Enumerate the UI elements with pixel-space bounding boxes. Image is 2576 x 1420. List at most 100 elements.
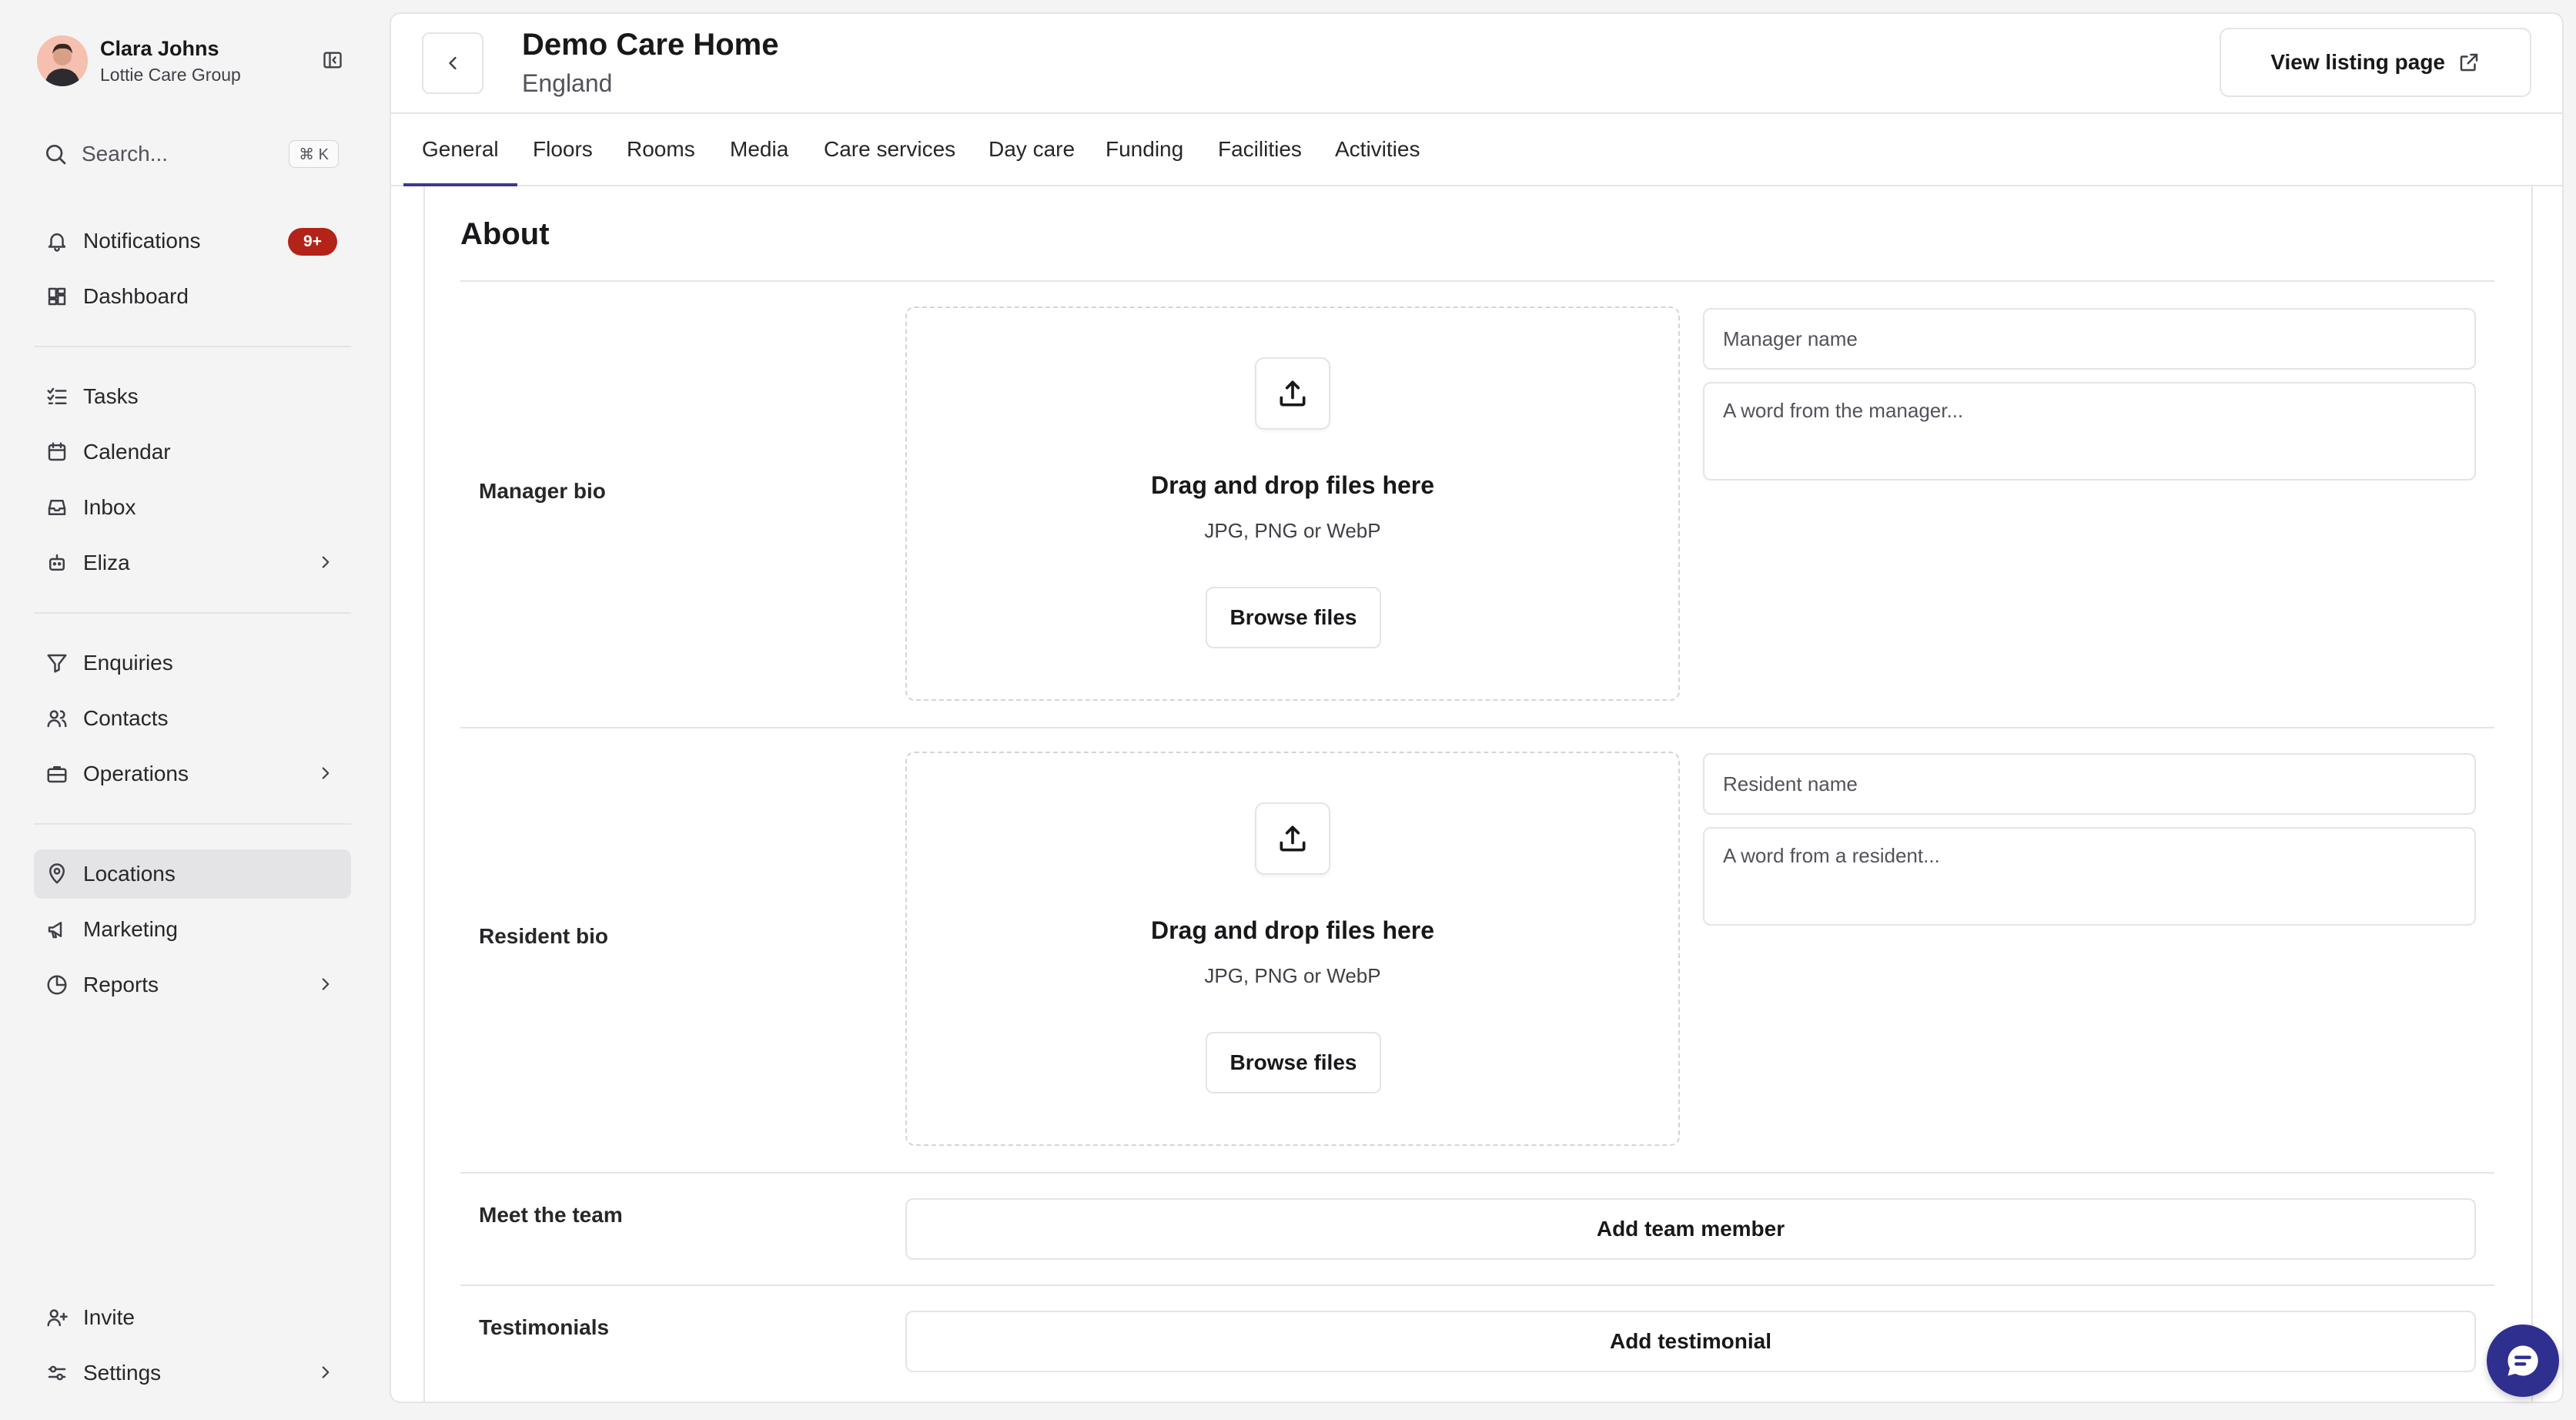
sidebar-item-eliza[interactable]: Eliza bbox=[34, 538, 351, 588]
sidebar-item-notifications[interactable]: Notifications 9+ bbox=[34, 216, 351, 266]
bell-icon bbox=[43, 227, 71, 255]
section-title: About bbox=[460, 217, 550, 251]
testimonials-label: Testimonials bbox=[479, 1315, 610, 1339]
tab-care-services[interactable]: Care services bbox=[824, 114, 955, 185]
sliders-icon bbox=[43, 1359, 71, 1387]
sidebar-item-locations[interactable]: Locations bbox=[34, 849, 351, 899]
page-subtitle: England bbox=[522, 69, 613, 97]
add-team-member-button[interactable]: Add team member bbox=[905, 1198, 2476, 1260]
add-testimonial-button[interactable]: Add testimonial bbox=[905, 1311, 2476, 1372]
dropzone-formats: JPG, PNG or WebP bbox=[1204, 964, 1381, 987]
megaphone-icon bbox=[43, 916, 71, 943]
sidebar-item-dashboard[interactable]: Dashboard bbox=[34, 272, 351, 321]
sidebar-item-tasks[interactable]: Tasks bbox=[34, 372, 351, 421]
tab-funding[interactable]: Funding bbox=[1106, 114, 1183, 185]
sidebar-item-label: Enquiries bbox=[83, 651, 173, 675]
resident-word-textarea[interactable]: A word from a resident... bbox=[1703, 827, 2476, 926]
tasks-icon bbox=[43, 383, 71, 410]
sidebar-item-operations[interactable]: Operations bbox=[34, 749, 351, 799]
sidebar-item-label: Eliza bbox=[83, 551, 130, 574]
sidebar-item-label: Tasks bbox=[83, 384, 139, 408]
resident-name-input[interactable]: Resident name bbox=[1703, 753, 2476, 815]
tab-facilities[interactable]: Facilities bbox=[1218, 114, 1302, 185]
resident-photo-dropzone[interactable]: Drag and drop files here JPG, PNG or Web… bbox=[905, 752, 1680, 1146]
divider bbox=[460, 280, 2494, 282]
user-name: Clara Johns bbox=[100, 37, 219, 60]
tab-activities[interactable]: Activities bbox=[1335, 114, 1420, 185]
briefcase-icon bbox=[43, 760, 71, 788]
back-button[interactable] bbox=[422, 32, 483, 94]
sidebar-item-inbox[interactable]: Inbox bbox=[34, 483, 351, 532]
divider bbox=[460, 727, 2494, 728]
chat-button[interactable] bbox=[2487, 1325, 2559, 1397]
upload-icon bbox=[1255, 357, 1330, 430]
sidebar-item-label: Reports bbox=[83, 973, 159, 996]
divider bbox=[460, 1284, 2494, 1286]
browse-files-button[interactable]: Browse files bbox=[1206, 587, 1381, 648]
avatar bbox=[37, 35, 88, 86]
about-section: About Manager bio Drag and drop files he… bbox=[423, 186, 2533, 1402]
page-title: Demo Care Home bbox=[522, 28, 779, 62]
sidebar-collapse-icon[interactable] bbox=[319, 46, 346, 74]
meet-the-team-label: Meet the team bbox=[479, 1203, 623, 1227]
sidebar-item-label: Notifications bbox=[83, 229, 201, 253]
tab-floors[interactable]: Floors bbox=[533, 114, 593, 185]
manager-word-textarea[interactable]: A word from the manager... bbox=[1703, 382, 2476, 481]
sidebar-item-reports[interactable]: Reports bbox=[34, 960, 351, 1010]
tab-rooms[interactable]: Rooms bbox=[627, 114, 695, 185]
user-org: Lottie Care Group bbox=[100, 65, 241, 85]
external-link-icon bbox=[2460, 53, 2478, 72]
browse-files-button[interactable]: Browse files bbox=[1206, 1032, 1381, 1093]
page-header: Demo Care Home England View listing page bbox=[391, 14, 2562, 114]
divider bbox=[34, 612, 351, 614]
main-panel: Demo Care Home England View listing page… bbox=[390, 12, 2564, 1403]
manager-bio-label: Manager bio bbox=[479, 479, 606, 503]
manager-photo-dropzone[interactable]: Drag and drop files here JPG, PNG or Web… bbox=[905, 306, 1680, 701]
sidebar-item-enquiries[interactable]: Enquiries bbox=[34, 638, 351, 688]
search-shortcut: ⌘ K bbox=[289, 140, 339, 168]
search-placeholder: Search... bbox=[82, 142, 169, 166]
sidebar-item-label: Invite bbox=[83, 1305, 135, 1329]
tab-media[interactable]: Media bbox=[730, 114, 788, 185]
sidebar-item-label: Marketing bbox=[83, 917, 178, 941]
view-listing-label: View listing page bbox=[2270, 50, 2445, 74]
sidebar-item-calendar[interactable]: Calendar bbox=[34, 427, 351, 477]
sidebar-item-label: Locations bbox=[83, 862, 176, 886]
sidebar-item-label: Inbox bbox=[83, 495, 136, 519]
users-icon bbox=[43, 705, 71, 732]
dropzone-title: Drag and drop files here bbox=[1150, 916, 1435, 944]
sidebar-item-settings[interactable]: Settings bbox=[34, 1348, 351, 1398]
dropzone-formats: JPG, PNG or WebP bbox=[1204, 519, 1381, 542]
chevron-left-icon bbox=[449, 56, 457, 70]
tab-general[interactable]: General bbox=[403, 114, 517, 186]
sidebar-item-label: Contacts bbox=[83, 706, 169, 730]
sidebar-item-label: Operations bbox=[83, 762, 189, 785]
inbox-icon bbox=[43, 494, 71, 521]
user-profile[interactable]: Clara Johns Lottie Care Group bbox=[37, 35, 353, 88]
chevron-right-icon bbox=[316, 974, 336, 994]
divider bbox=[34, 823, 351, 825]
divider bbox=[460, 1172, 2494, 1174]
pie-chart-icon bbox=[43, 971, 71, 999]
map-pin-icon bbox=[43, 860, 71, 888]
view-listing-button[interactable]: View listing page bbox=[2220, 28, 2531, 97]
tab-bar: General Floors Rooms Media Care services… bbox=[391, 114, 2562, 186]
divider bbox=[34, 346, 351, 347]
filter-icon bbox=[43, 649, 71, 677]
sidebar-item-invite[interactable]: Invite bbox=[34, 1293, 351, 1342]
sidebar-item-contacts[interactable]: Contacts bbox=[34, 694, 351, 743]
sidebar: Clara Johns Lottie Care Group Search... … bbox=[0, 0, 385, 1420]
tab-day-care[interactable]: Day care bbox=[989, 114, 1075, 185]
upload-icon bbox=[1255, 802, 1330, 875]
sidebar-item-label: Dashboard bbox=[83, 284, 189, 308]
chevron-right-icon bbox=[316, 552, 336, 572]
dashboard-icon bbox=[43, 283, 71, 310]
resident-bio-label: Resident bio bbox=[479, 924, 609, 948]
manager-name-input[interactable]: Manager name bbox=[1703, 308, 2476, 370]
search-input[interactable]: Search... ⌘ K bbox=[37, 136, 343, 172]
notification-badge: 9+ bbox=[288, 228, 337, 256]
sidebar-item-marketing[interactable]: Marketing bbox=[34, 905, 351, 954]
search-icon bbox=[43, 142, 68, 166]
sidebar-item-label: Calendar bbox=[83, 440, 171, 464]
chevron-right-icon bbox=[316, 763, 336, 783]
